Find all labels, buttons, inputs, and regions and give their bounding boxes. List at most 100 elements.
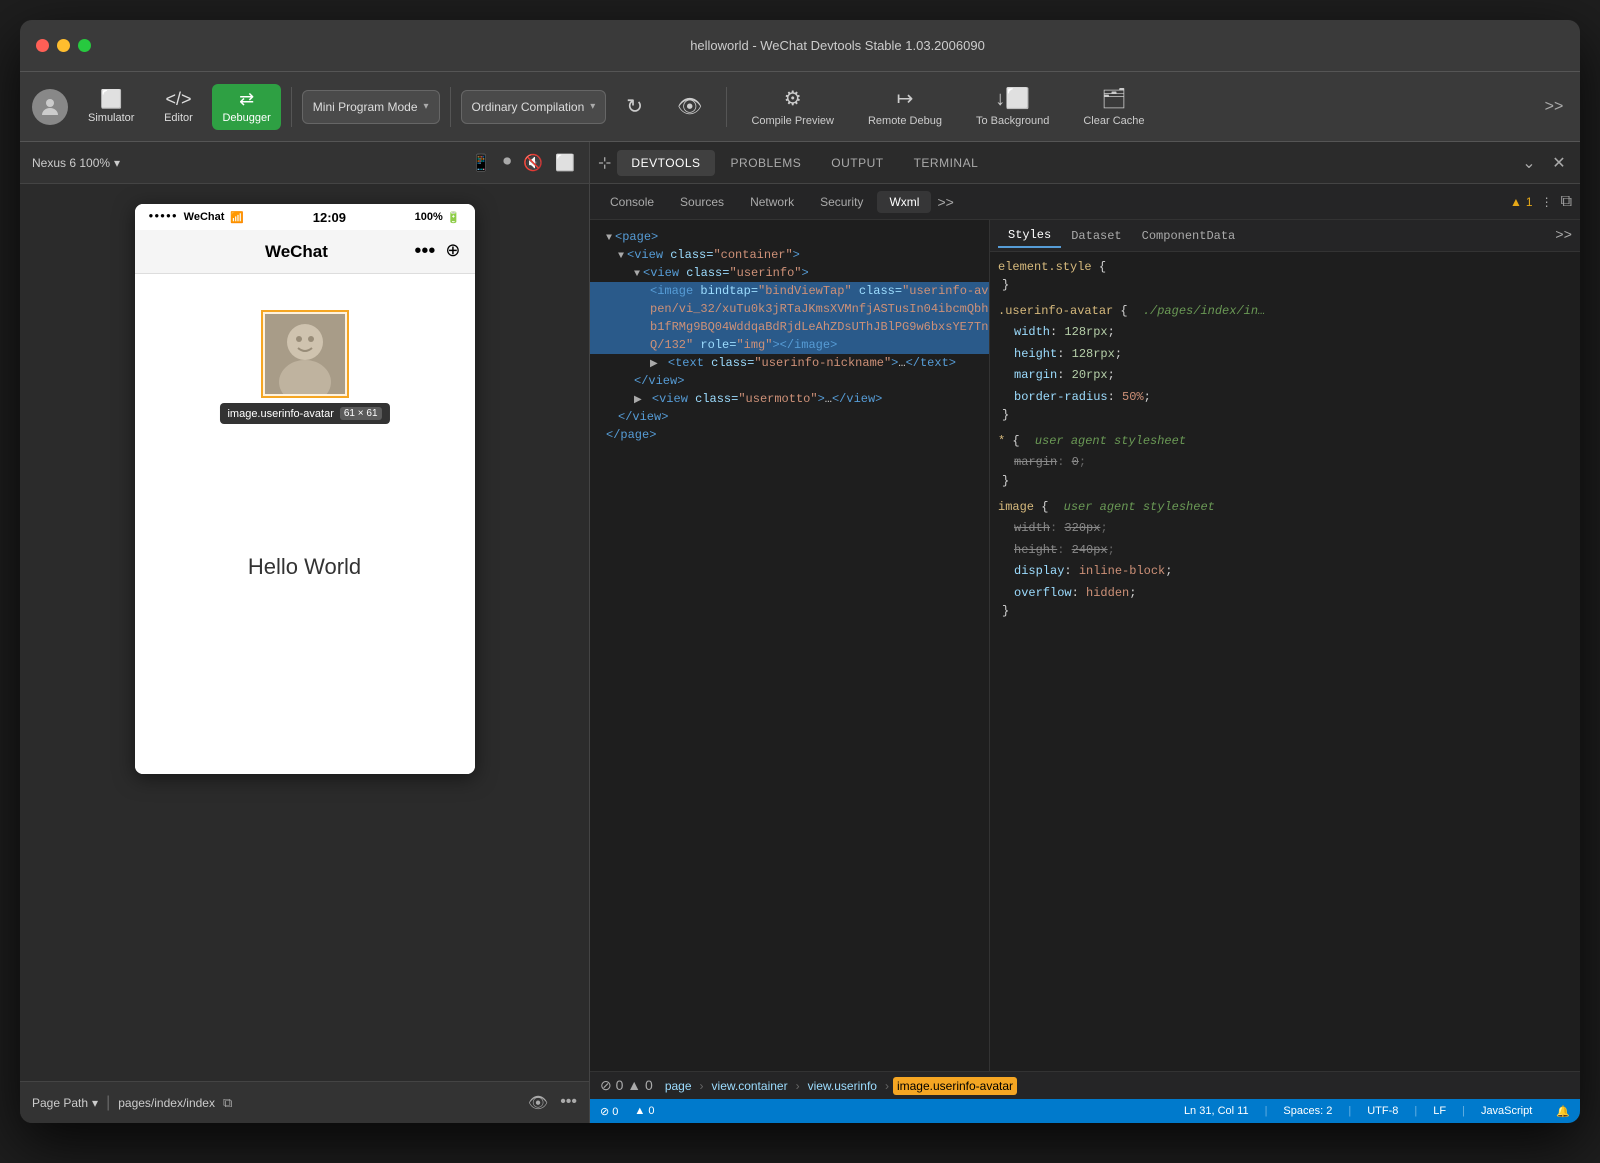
record-icon[interactable]: ⏺ <box>501 151 513 175</box>
more-dots-icon[interactable]: ••• <box>560 1093 577 1113</box>
traffic-lights <box>36 39 91 52</box>
sim-icons: 📱 ⏺ 🔇 ⬜ <box>469 151 577 175</box>
devtools-tabs-bar: ⊹ DEVTOOLS PROBLEMS OUTPUT TERMINAL ⌄ ✕ <box>590 142 1580 184</box>
breadcrumb-avatar[interactable]: image.userinfo-avatar <box>893 1077 1017 1095</box>
tab-sources[interactable]: Sources <box>668 191 736 213</box>
tree-line-usermotto[interactable]: ▶ <view class="usermotto">…</view> <box>590 390 989 408</box>
simulator-toolbar: Nexus 6 100% ▾ 📱 ⏺ 🔇 ⬜ <box>20 142 589 184</box>
devtools-breadcrumb: ⊘ 0 ▲ 0 page › view.container › view.use… <box>590 1071 1580 1099</box>
notification-icon[interactable]: 🔔 <box>1556 1105 1570 1118</box>
clear-cache-icon: 🗂 <box>1101 86 1126 111</box>
warning-count-status: ▲ 0 <box>634 1105 654 1117</box>
more-options-icon[interactable]: ⋮ <box>1541 195 1553 209</box>
page-path-value: pages/index/index <box>118 1096 215 1110</box>
expand-icon[interactable]: ▼ <box>618 251 624 262</box>
copy-path-icon[interactable]: ⧉ <box>223 1095 232 1111</box>
path-separator: | <box>106 1094 110 1112</box>
tree-line-page-open[interactable]: ▼<page> <box>590 228 989 246</box>
tree-line-page-close[interactable]: </page> <box>590 426 989 444</box>
simulator-button[interactable]: ⬜ Simulator <box>78 84 144 130</box>
phone-icon[interactable]: 📱 <box>469 151 493 175</box>
tab-security[interactable]: Security <box>808 191 875 213</box>
close-devtools-icon[interactable]: ✕ <box>1546 150 1572 176</box>
preview-button[interactable]: 👁 <box>663 88 716 125</box>
refresh-button[interactable]: ↻ <box>612 88 657 125</box>
tab-wxml[interactable]: Wxml <box>877 191 931 213</box>
collapse-icon[interactable]: ⌄ <box>1516 150 1542 176</box>
editor-button[interactable]: </> Editor <box>150 84 206 130</box>
editor-icon: </> <box>165 90 191 108</box>
toolbar-sep-2 <box>450 87 451 127</box>
avatar-image[interactable] <box>265 314 345 394</box>
compile-preview-button[interactable]: ⚙ Compile Preview <box>737 80 848 133</box>
tree-line-container[interactable]: ▼<view class="container"> <box>590 246 989 264</box>
tab-network[interactable]: Network <box>738 191 806 213</box>
style-prop-display: display: inline-block; <box>998 561 1572 583</box>
nav-icons: ••• ⊕ <box>414 240 460 263</box>
close-button[interactable] <box>36 39 49 52</box>
remote-debug-icon: ↦ <box>897 86 914 111</box>
style-prop-border-radius: border-radius: 50%; <box>998 387 1572 409</box>
expand-icon[interactable]: ▼ <box>634 269 640 280</box>
maximize-button[interactable] <box>78 39 91 52</box>
simulator-bottom-bar: Page Path ▾ | pages/index/index ⧉ 👁 ••• <box>20 1081 589 1123</box>
path-chevron-icon: ▾ <box>92 1096 98 1110</box>
spaces-indicator: Spaces: 2 <box>1283 1105 1332 1117</box>
clear-cache-button[interactable]: 🗂 Clear Cache <box>1069 80 1158 133</box>
add-icon[interactable]: ⊕ <box>445 240 460 263</box>
tab-devtools[interactable]: DEVTOOLS <box>617 150 714 176</box>
warning-count: 1 <box>1526 195 1533 209</box>
tab-problems[interactable]: PROBLEMS <box>717 150 816 176</box>
screen-icon[interactable]: ⬜ <box>553 151 577 175</box>
phone-content: image.userinfo-avatar 61 × 61 Hello Worl… <box>135 274 475 774</box>
breadcrumb-warnings-icon[interactable]: ⊘ 0 ▲ 0 <box>600 1077 653 1094</box>
copy-panel-icon[interactable]: ⧉ <box>1561 193 1572 211</box>
expand-icon[interactable]: ▶ <box>650 359 658 370</box>
tree-line-userinfo[interactable]: ▼<view class="userinfo"> <box>590 264 989 282</box>
avatar[interactable] <box>32 89 68 125</box>
tree-line-image-cont[interactable]: pen/vi_32/xuTu0k3jRTaJKmsXVMnfjASTusIn04… <box>590 300 989 318</box>
dataset-tab[interactable]: Dataset <box>1061 225 1131 247</box>
volume-icon[interactable]: 🔇 <box>521 151 545 175</box>
mode-dropdown[interactable]: Mini Program Mode ▾ <box>302 90 440 124</box>
device-selector[interactable]: Nexus 6 100% ▾ <box>32 156 120 170</box>
breadcrumb-container[interactable]: view.container <box>708 1077 792 1095</box>
more-inner-tabs-icon[interactable]: >> <box>937 194 953 210</box>
style-rule-star: * { user agent stylesheet margin: 0; } <box>998 434 1572 488</box>
tree-line-image-cont3[interactable]: Q/132" role="img"></image> <box>590 336 989 354</box>
style-rule-element: element.style { } <box>998 260 1572 292</box>
expand-icon[interactable]: ▼ <box>606 233 612 244</box>
expand-icon[interactable]: ▶ <box>634 395 642 406</box>
tree-line-view-close[interactable]: </view> <box>590 372 989 390</box>
styles-tab[interactable]: Styles <box>998 224 1061 248</box>
to-background-button[interactable]: ↓⬜ To Background <box>962 80 1063 133</box>
tab-output[interactable]: OUTPUT <box>817 150 897 176</box>
compilation-chevron-icon: ▾ <box>590 101 595 112</box>
breadcrumb-userinfo[interactable]: view.userinfo <box>804 1077 881 1095</box>
menu-dots-icon[interactable]: ••• <box>414 240 435 263</box>
more-button[interactable]: >> <box>1540 93 1568 121</box>
toolbar: ⬜ Simulator </> Editor ⇄ Debugger Mini P… <box>20 72 1580 142</box>
compilation-dropdown[interactable]: Ordinary Compilation ▾ <box>461 90 607 124</box>
tree-line-container-close[interactable]: </view> <box>590 408 989 426</box>
page-path-label[interactable]: Page Path ▾ <box>32 1096 98 1110</box>
componentdata-tab[interactable]: ComponentData <box>1132 225 1246 247</box>
more-styles-icon[interactable]: >> <box>1555 228 1572 244</box>
remote-debug-button[interactable]: ↦ Remote Debug <box>854 80 956 133</box>
tab-terminal[interactable]: TERMINAL <box>900 150 993 176</box>
tree-line-text[interactable]: ▶ <text class="userinfo-nickname">…</tex… <box>590 354 989 372</box>
status-right: 100% 🔋 <box>415 211 461 224</box>
minimize-button[interactable] <box>57 39 70 52</box>
tree-line-image[interactable]: <image bindtap="bindViewTap" class="user… <box>590 282 989 300</box>
style-selector: element.style { <box>998 260 1572 274</box>
styles-content: element.style { } .userinfo-avatar { ./p… <box>990 252 1580 638</box>
html-tree-panel[interactable]: ▼<page> ▼<view class="container"> ▼<view… <box>590 220 990 1071</box>
style-prop-width: width: 128rpx; <box>998 322 1572 344</box>
tree-line-image-cont2[interactable]: b1fRMg9BQ04WddqaBdRjdLeAhZDsUThJBlPG9w6b… <box>590 318 989 336</box>
tab-console[interactable]: Console <box>598 191 666 213</box>
style-rule-image: image { user agent stylesheet width: 320… <box>998 500 1572 618</box>
debugger-button[interactable]: ⇄ Debugger <box>212 84 280 130</box>
eye-icon[interactable]: 👁 <box>528 1093 548 1113</box>
breadcrumb-page[interactable]: page <box>661 1077 696 1095</box>
inspect-icon[interactable]: ⊹ <box>598 153 611 173</box>
